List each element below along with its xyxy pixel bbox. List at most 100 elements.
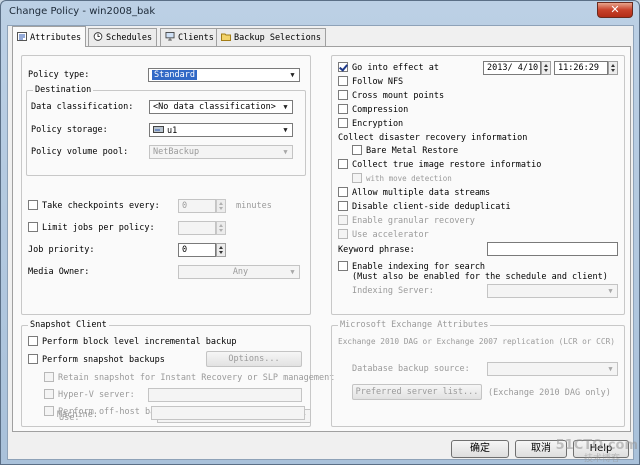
hyperv-label: Hyper-V server: [58,390,135,400]
tab-backup-selections[interactable]: Backup Selections [216,28,326,46]
db-backup-source-select[interactable]: ▼ [487,362,618,376]
keyword-phrase-input[interactable] [487,242,618,256]
granular-recovery-checkbox[interactable] [338,215,348,225]
media-owner-select[interactable]: Any ▼ [178,265,300,279]
policy-storage-select[interactable]: u1 ▼ [149,123,293,137]
enable-indexing-checkbox[interactable] [338,261,348,271]
cross-mount-label: Cross mount points [352,91,445,101]
policy-volume-pool-label: Policy volume pool: [31,147,129,157]
enable-indexing-label: Enable indexing for search [352,262,486,272]
checkpoint-interval-spinner[interactable] [216,199,226,213]
db-backup-source-label: Database backup source: [352,364,470,374]
snapshot-options-button[interactable]: Options... [206,351,302,367]
retain-snapshot-checkbox[interactable] [44,372,54,382]
folder-icon [221,33,231,41]
tab-attributes[interactable]: Attributes [12,26,87,47]
chevron-down-icon: ▼ [283,103,288,111]
follow-nfs-label: Follow NFS [352,77,404,87]
compression-checkbox[interactable] [338,104,348,114]
limit-jobs-spinner[interactable] [216,221,226,235]
block-level-label: Perform block level incremental backup [42,337,237,347]
hyperv-server-field[interactable] [148,388,302,402]
indexing-server-select[interactable]: ▼ [487,284,618,298]
exchange-replication-label: Exchange 2010 DAG or Exchange 2007 repli… [338,337,615,346]
media-owner-value: Any [232,267,249,277]
cross-mount-checkbox[interactable] [338,90,348,100]
hyperv-checkbox[interactable] [44,389,54,399]
policy-type-value: Standard [152,70,197,80]
disable-dedup-label: Disable client-side deduplicati [352,202,511,212]
preferred-server-list-button[interactable]: Preferred server list... [352,384,482,400]
block-level-checkbox[interactable] [28,336,38,346]
limit-jobs-checkbox[interactable] [28,222,38,232]
policy-type-label: Policy type: [28,70,90,80]
accelerator-label: Use accelerator [352,230,429,240]
chevron-down-icon: ▼ [290,268,295,276]
take-checkpoints-checkbox[interactable] [28,200,38,210]
job-priority-field[interactable]: 0 [178,243,216,257]
keyword-phrase-label: Keyword phrase: [338,245,415,255]
indexing-note: (Must also be enabled for the schedule a… [352,272,608,282]
ok-button[interactable]: 确定 [451,440,509,458]
tab-label: Schedules [106,33,153,43]
encryption-label: Encryption [352,119,404,129]
tab-label: Attributes [30,33,82,43]
snapshot-backups-checkbox[interactable] [28,354,38,364]
snapshot-backups-label: Perform snapshot backups [42,355,165,365]
dialog-client: Attributes Schedules Clients Backup Sele… [7,25,634,460]
limit-jobs-field[interactable] [178,221,216,235]
compression-label: Compression [352,105,409,115]
job-priority-label: Job priority: [28,245,95,255]
go-into-effect-checkbox[interactable] [338,62,348,72]
effective-time-field[interactable]: 11:26:29 [554,61,608,75]
chevron-down-icon: ▼ [608,365,613,373]
multiple-streams-checkbox[interactable] [338,187,348,197]
close-button[interactable]: ✕ [597,2,633,18]
retain-snapshot-label: Retain snapshot for Instant Recovery or … [58,373,335,383]
granular-recovery-label: Enable granular recovery [352,216,475,226]
machine-field[interactable] [151,406,305,420]
effective-date-field[interactable]: 2013/ 4/10 [483,61,541,75]
snapshot-client-legend: Snapshot Client [28,320,109,330]
take-checkpoints-label: Take checkpoints every: [42,201,160,211]
offhost-checkbox[interactable] [44,406,54,416]
effective-date-spinner[interactable] [541,61,551,75]
go-into-effect-label: Go into effect at [352,63,439,73]
checkpoint-unit-label: minutes [236,201,272,211]
limit-jobs-label: Limit jobs per policy: [42,223,155,233]
attributes-panel: Policy type: Standard ▼ Destination Data… [12,46,631,432]
bare-metal-label: Bare Metal Restore [366,146,459,156]
title-bar[interactable]: Change Policy - win2008_bak ✕ [1,1,639,25]
tab-label: Clients [178,33,214,43]
computer-icon [165,32,175,41]
data-classification-select[interactable]: <No data classification> ▼ [149,100,293,114]
window-title: Change Policy - win2008_bak [9,6,156,17]
disable-dedup-checkbox[interactable] [338,201,348,211]
move-detection-checkbox[interactable] [352,173,362,183]
tab-clients[interactable]: Clients [160,28,219,46]
policy-volume-pool-value: NetBackup [153,147,200,157]
policy-storage-label: Policy storage: [31,125,108,135]
data-classification-label: Data classification: [31,102,134,112]
indexing-server-label: Indexing Server: [352,286,434,296]
effective-time-spinner[interactable] [608,61,618,75]
bare-metal-checkbox[interactable] [352,145,362,155]
true-image-checkbox[interactable] [338,159,348,169]
checkpoint-interval-field[interactable]: 0 [178,199,216,213]
accelerator-checkbox[interactable] [338,229,348,239]
policy-volume-pool-select[interactable]: NetBackup ▼ [149,145,293,159]
watermark-subtitle: 技术博客 [583,454,620,464]
dialog-window: Change Policy - win2008_bak ✕ Attributes… [0,0,640,465]
follow-nfs-checkbox[interactable] [338,76,348,86]
policy-type-select[interactable]: Standard ▼ [148,68,300,82]
encryption-checkbox[interactable] [338,118,348,128]
true-image-label: Collect true image restore informatio [352,160,542,170]
data-classification-value: <No data classification> [153,102,276,112]
job-priority-spinner[interactable] [216,243,226,257]
clock-icon [93,32,103,41]
exchange-attributes-group: Microsoft Exchange Attributes Exchange 2… [331,320,625,427]
chevron-down-icon: ▼ [290,71,295,79]
chevron-down-icon: ▼ [608,287,613,295]
tab-schedules[interactable]: Schedules [88,28,158,46]
destination-group: Destination Data classification: <No dat… [26,85,306,176]
